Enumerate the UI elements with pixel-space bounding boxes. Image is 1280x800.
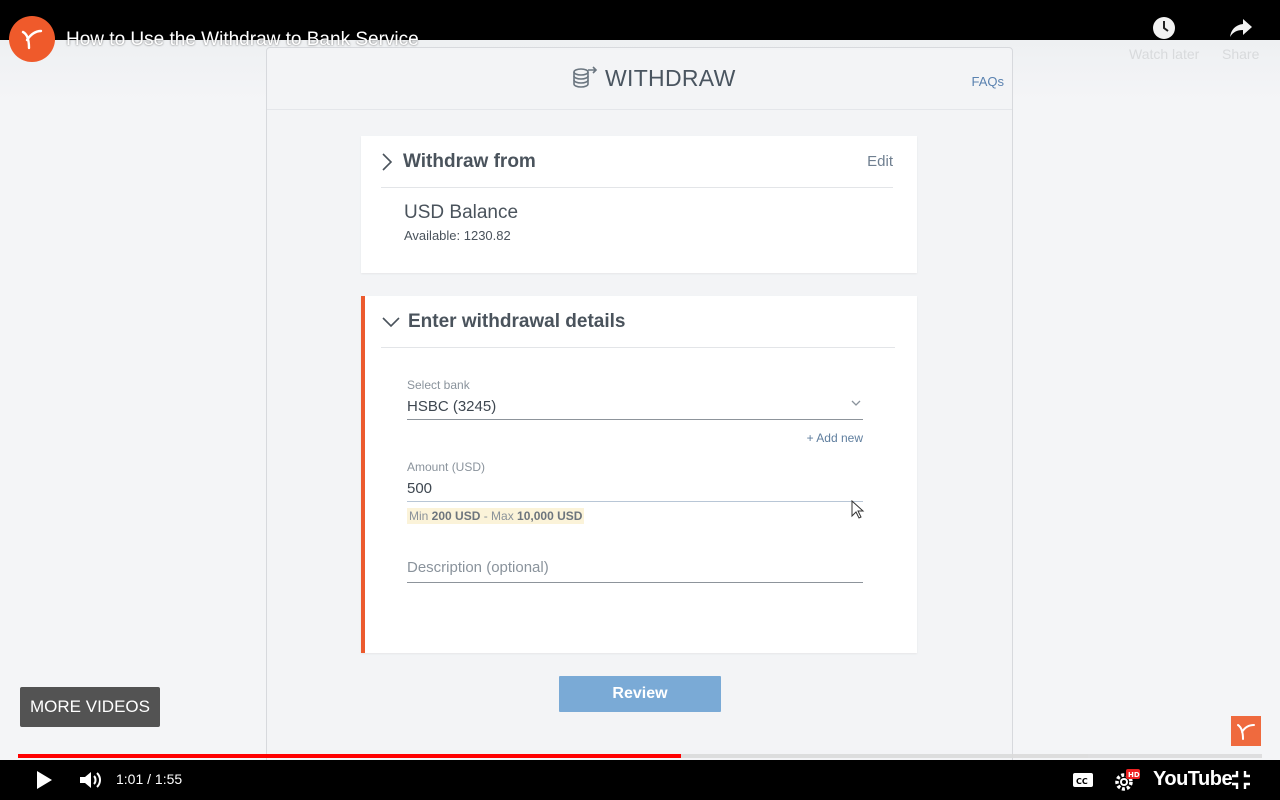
- volume-icon: [80, 772, 101, 788]
- withdraw-from-card: Withdraw from Edit USD Balance Available…: [361, 136, 917, 273]
- app-header: WITHDRAW FAQs: [267, 48, 1012, 110]
- bank-label: Select bank: [407, 378, 470, 392]
- player-controls: 1:01 / 1:55 CC HD YouTube: [0, 760, 1280, 800]
- amount-limit-hint: Min 200 USD - Max 10,000 USD: [407, 508, 585, 524]
- withdrawal-details-card: Enter withdrawal details Select bank HSB…: [361, 296, 917, 653]
- captions-button[interactable]: CC: [1068, 760, 1098, 800]
- channel-logo[interactable]: [9, 16, 55, 62]
- share-button[interactable]: Share: [1222, 16, 1259, 62]
- app-title: WITHDRAW: [605, 64, 736, 91]
- hint-min-prefix: Min: [409, 509, 432, 523]
- watch-later-label: Watch later: [1129, 46, 1200, 62]
- chevron-right-icon: [382, 152, 393, 171]
- settings-button[interactable]: HD: [1110, 760, 1144, 800]
- progress-bar[interactable]: [18, 754, 1262, 758]
- exit-fullscreen-icon: [1232, 771, 1250, 789]
- review-button[interactable]: Review: [559, 676, 721, 712]
- hint-max-value: 10,000 USD: [517, 509, 583, 523]
- app-brand: WITHDRAW: [571, 64, 736, 92]
- edit-link[interactable]: Edit: [867, 153, 893, 170]
- description-input[interactable]: Description (optional): [407, 559, 863, 583]
- mouse-cursor-icon: [851, 500, 865, 519]
- clock-icon: [1153, 17, 1176, 39]
- hd-badge: HD: [1128, 771, 1140, 779]
- time-display: 1:01 / 1:55: [116, 771, 183, 787]
- withdraw-from-header[interactable]: Withdraw from Edit: [381, 136, 893, 188]
- share-label: Share: [1222, 46, 1260, 62]
- channel-watermark[interactable]: [1231, 716, 1261, 746]
- exit-fullscreen-button[interactable]: [1226, 760, 1256, 800]
- dropdown-chevron-icon[interactable]: [851, 400, 861, 406]
- withdrawal-details-title: Enter withdrawal details: [408, 310, 626, 332]
- volume-button[interactable]: [74, 760, 108, 800]
- more-videos-button[interactable]: MORE VIDEOS: [20, 687, 160, 727]
- chevron-down-icon: [382, 316, 400, 327]
- youtube-logo[interactable]: YouTube: [1153, 768, 1233, 791]
- svg-text:CC: CC: [1076, 777, 1088, 786]
- hint-separator: - Max: [480, 509, 518, 523]
- gear-icon: HD: [1115, 769, 1140, 791]
- share-icon: [1229, 19, 1252, 37]
- video-player[interactable]: WITHDRAW FAQs Withdraw from Edit USD Bal…: [0, 0, 1280, 800]
- closed-captions-icon: CC: [1073, 773, 1093, 787]
- faqs-link[interactable]: FAQs: [971, 74, 1004, 89]
- withdraw-app: WITHDRAW FAQs Withdraw from Edit USD Bal…: [266, 47, 1013, 767]
- amount-input[interactable]: 500: [407, 480, 863, 502]
- description-field[interactable]: Description (optional): [407, 559, 863, 583]
- hint-min-value: 200 USD: [431, 509, 481, 523]
- channel-logo-icon: [21, 29, 43, 50]
- amount-field[interactable]: Amount (USD) 500 Min 200 USD - Max 10,00…: [407, 460, 863, 525]
- watch-later-button[interactable]: Watch later: [1129, 16, 1199, 62]
- add-new-bank-link[interactable]: + Add new: [807, 431, 863, 445]
- coins-icon: [573, 66, 598, 88]
- balance-available: Available: 1230.82: [404, 228, 511, 243]
- bank-value[interactable]: HSBC (3245): [407, 398, 863, 420]
- amount-label: Amount (USD): [407, 460, 486, 474]
- bank-select[interactable]: Select bank HSBC (3245) + Add new: [407, 378, 863, 445]
- balance-title: USD Balance: [404, 202, 519, 223]
- withdrawal-details-header[interactable]: Enter withdrawal details: [381, 296, 895, 348]
- progress-played: [18, 754, 682, 758]
- play-icon: [37, 771, 52, 789]
- withdraw-from-title: Withdraw from: [403, 150, 536, 172]
- video-title[interactable]: How to Use the Withdraw to Bank Service: [66, 29, 419, 51]
- watermark-logo-icon: [1237, 724, 1255, 740]
- play-button[interactable]: [28, 760, 60, 800]
